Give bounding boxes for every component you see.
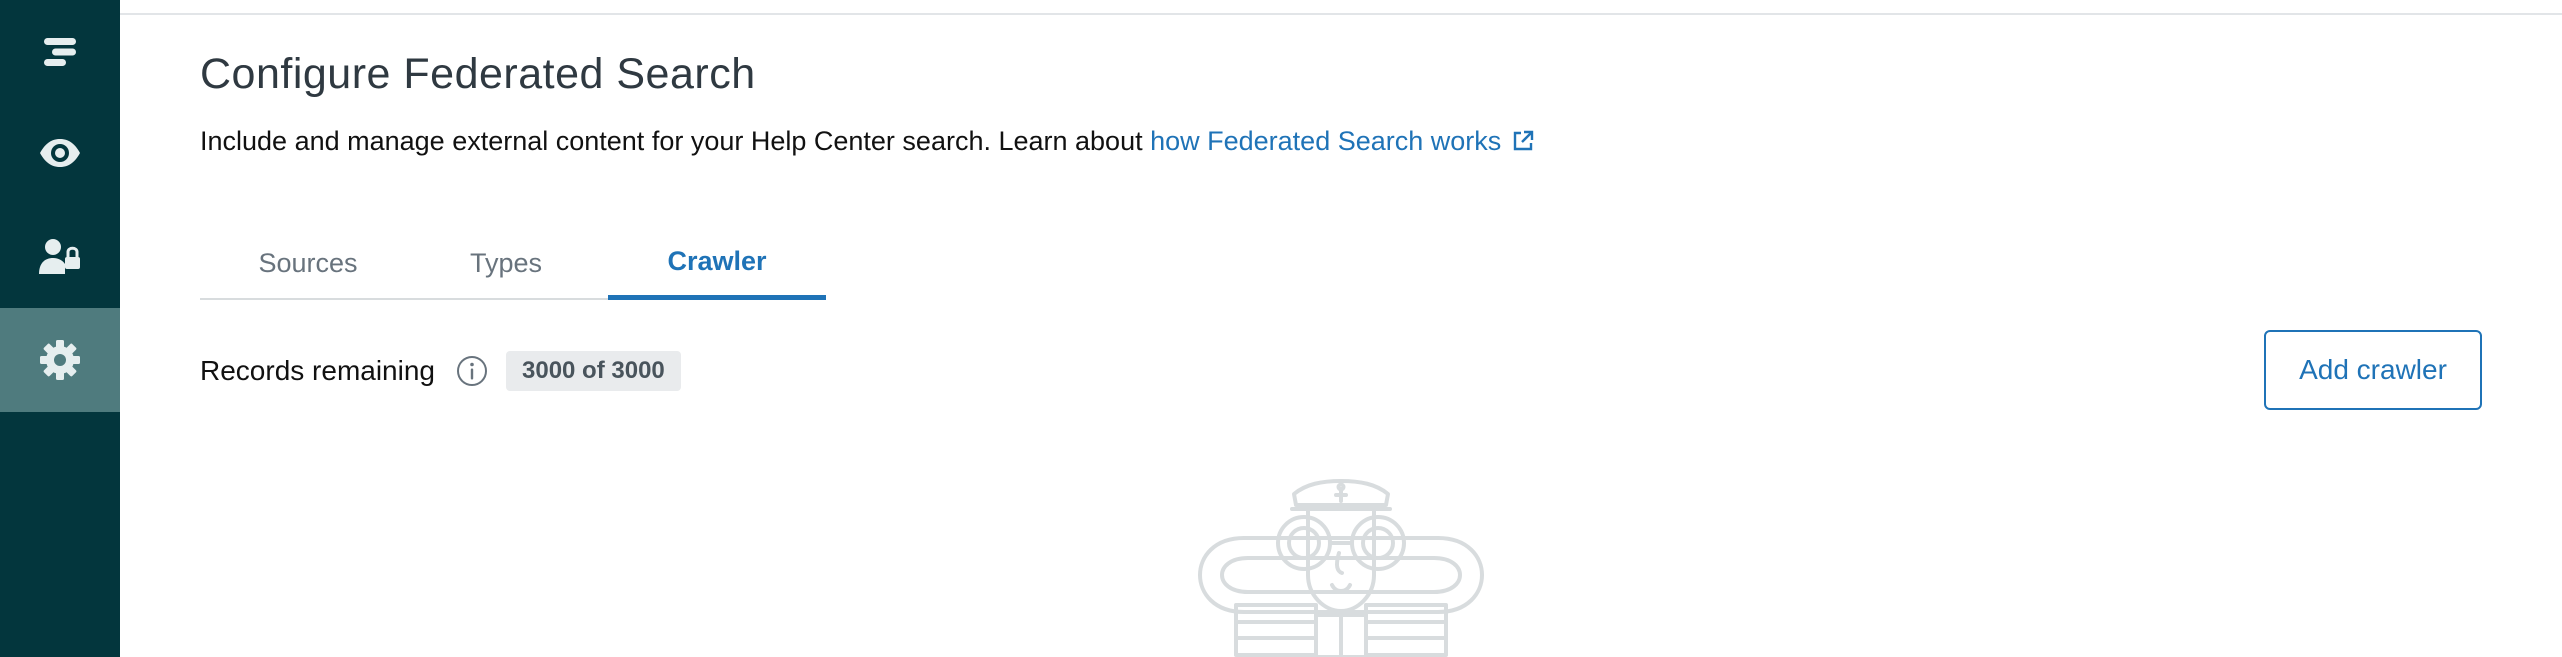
- tab-list: Sources Types Crawler: [200, 228, 826, 300]
- eye-icon: [40, 139, 80, 167]
- tab-sources[interactable]: Sources: [220, 228, 396, 298]
- header-divider: [120, 13, 2562, 15]
- tab-crawler[interactable]: Crawler: [608, 228, 826, 300]
- sidebar-item-preview[interactable]: [0, 101, 120, 205]
- add-crawler-button[interactable]: Add crawler: [2264, 330, 2482, 410]
- user-lock-icon: [39, 239, 80, 274]
- page-description: Include and manage external content for …: [200, 126, 1535, 157]
- page-title: Configure Federated Search: [200, 50, 756, 98]
- sailor-with-binoculars-illustration: [1198, 479, 1484, 657]
- help-link-label: how Federated Search works: [1150, 126, 1502, 156]
- stack-icon: [44, 38, 76, 66]
- tab-types[interactable]: Types: [420, 228, 592, 298]
- sidebar-item-user-permissions[interactable]: [0, 204, 120, 308]
- federated-search-help-link[interactable]: how Federated Search works: [1150, 126, 1535, 156]
- gear-icon: [40, 340, 80, 380]
- sidebar: [0, 0, 120, 657]
- records-remaining-label: Records remaining: [200, 355, 435, 386]
- sidebar-item-overview[interactable]: [0, 0, 120, 104]
- records-count-badge: 3000 of 3000: [506, 351, 681, 391]
- intro-text: Include and manage external content for …: [200, 126, 1151, 156]
- external-link-icon: [1514, 130, 1534, 151]
- info-icon[interactable]: [456, 355, 488, 387]
- sidebar-item-settings[interactable]: [0, 308, 120, 412]
